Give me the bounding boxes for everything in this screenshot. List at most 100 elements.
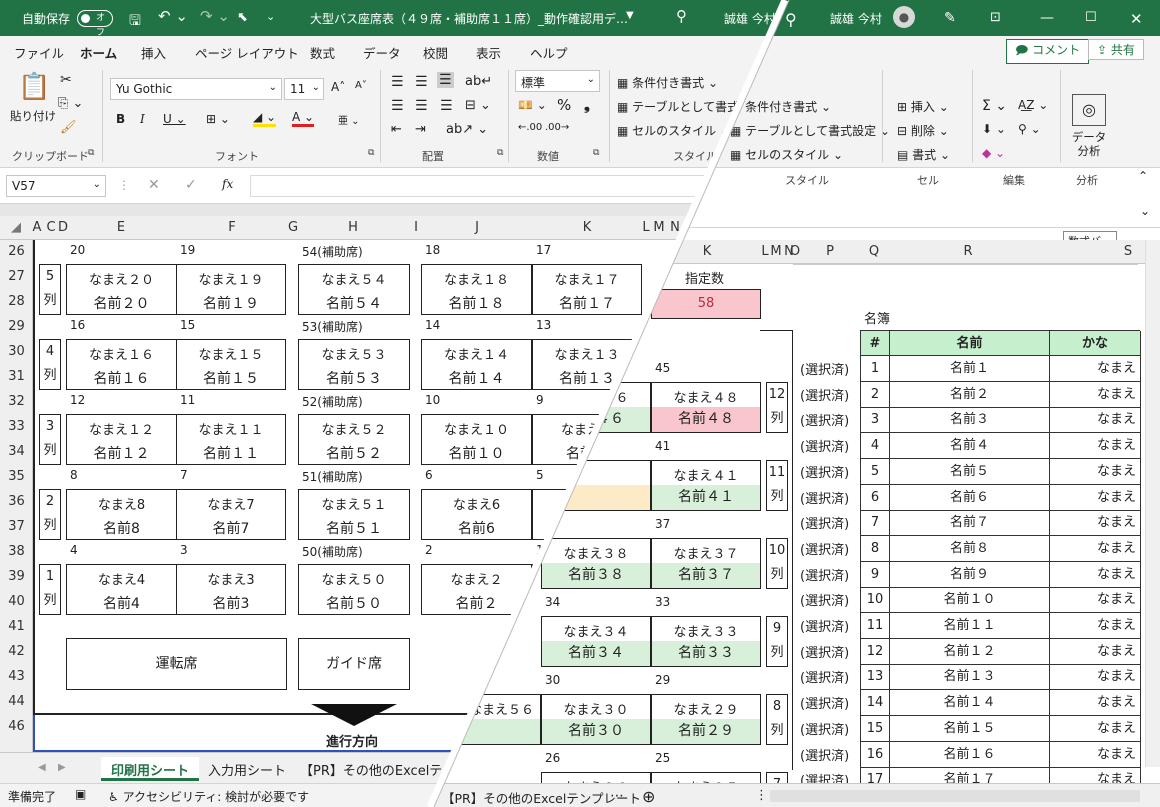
currency-icon[interactable]: 💴 ⌄: [518, 98, 547, 112]
col-k[interactable]: K: [703, 244, 712, 259]
col-f[interactable]: F: [228, 220, 235, 235]
seat-cell[interactable]: なまえ１６ 名前１６: [66, 339, 177, 390]
font-name-select[interactable]: Yu Gothic ⌄: [110, 78, 282, 100]
seat-cell[interactable]: なまえ１１ 名前１１: [176, 414, 286, 465]
roster-cell[interactable]: なまえ: [1050, 741, 1141, 768]
roster-cell[interactable]: 16: [861, 741, 890, 768]
indent-decrease-icon[interactable]: ⇤: [391, 122, 402, 137]
border-icon[interactable]: ⊞ ⌄: [206, 112, 230, 126]
roster-cell[interactable]: なまえ: [1050, 613, 1141, 639]
roster-cell[interactable]: 名前４: [890, 433, 1050, 460]
decrease-decimal-icon[interactable]: .00→: [545, 122, 569, 133]
roster-cell[interactable]: 名前２: [890, 381, 1050, 408]
row-header[interactable]: 32: [0, 394, 33, 409]
seat-cell[interactable]: なまえ２９ 名前２９: [651, 694, 761, 745]
col-m[interactable]: M: [770, 244, 781, 259]
seat-cell[interactable]: なまえ２０ 名前２０: [66, 264, 177, 315]
roster-cell[interactable]: 7: [861, 510, 890, 537]
tab-insert[interactable]: 挿入: [141, 43, 166, 62]
roster-cell[interactable]: 名前３: [890, 407, 1050, 434]
sort-icon[interactable]: A͟Z ⌄: [1018, 98, 1048, 112]
roster-cell[interactable]: なまえ: [1050, 638, 1141, 665]
align-center-icon[interactable]: ☰: [415, 98, 428, 114]
collapse-ribbon-icon[interactable]: ⌃: [1138, 169, 1148, 183]
roster-row[interactable]: 14 名前１４ なまえ: [860, 690, 1141, 717]
roster-row[interactable]: 11 名前１１ なまえ: [860, 613, 1141, 639]
col-e[interactable]: E: [117, 220, 125, 235]
roster-cell[interactable]: なまえ: [1050, 356, 1141, 382]
row-header[interactable]: 26: [0, 244, 33, 259]
roster-cell[interactable]: なまえ: [1050, 690, 1141, 717]
roster-cell[interactable]: なまえ: [1050, 484, 1141, 511]
avatar[interactable]: ●: [893, 6, 915, 28]
align-right-icon[interactable]: ☰: [440, 98, 453, 114]
row-header[interactable]: 31: [0, 369, 33, 384]
macro-icon[interactable]: ▣: [75, 787, 86, 801]
autosave-toggle[interactable]: オフ: [77, 10, 113, 38]
save-icon[interactable]: 🖫: [129, 10, 141, 34]
roster-cell[interactable]: 11: [861, 613, 890, 639]
percent-icon[interactable]: %: [557, 96, 571, 114]
merge-icon[interactable]: ⊟ ⌄: [465, 98, 491, 113]
paste-button[interactable]: 貼り付け: [10, 108, 56, 124]
seat-cell[interactable]: なまえ５０ 名前５０: [298, 564, 410, 615]
roster-cell[interactable]: 6: [861, 484, 890, 511]
table-format-button[interactable]: ▦ テーブルとして書式設定 ⌄: [730, 122, 890, 139]
italic-button[interactable]: I: [140, 112, 145, 126]
row-header[interactable]: 35: [0, 469, 33, 484]
tab-scroll-icon[interactable]: ⋯: [600, 785, 634, 807]
row-header[interactable]: 46: [0, 719, 33, 734]
seat-cell[interactable]: なまえ３８ 名前３８: [541, 538, 651, 589]
clipboard-icon[interactable]: 📋: [18, 72, 50, 102]
row-header[interactable]: 42: [0, 644, 33, 659]
roster-cell[interactable]: 名前１５: [890, 715, 1050, 742]
cond-format-button[interactable]: ▦ 条件付き書式 ⌄: [730, 98, 831, 115]
ribbon-display-icon[interactable]: ⊡: [990, 10, 1001, 25]
roster-cell[interactable]: 名前１３: [890, 664, 1050, 691]
roster-cell[interactable]: 名前１４: [890, 690, 1050, 717]
roster-header-cell[interactable]: 名前: [890, 331, 1050, 357]
seat-cell[interactable]: なまえ8 名前8: [66, 489, 177, 540]
tab-data[interactable]: データ: [363, 43, 401, 62]
roster-row[interactable]: 2 名前２ なまえ: [860, 381, 1141, 408]
col-c[interactable]: C: [46, 220, 55, 235]
col-k-front[interactable]: K: [583, 220, 592, 235]
seat-cell[interactable]: なまえ３３ 名前３３: [651, 616, 761, 667]
row-header[interactable]: 37: [0, 519, 33, 534]
roster-cell[interactable]: なまえ: [1050, 561, 1141, 588]
roster-cell[interactable]: 5: [861, 458, 890, 485]
clear-icon[interactable]: ◆ ⌄: [982, 146, 1005, 160]
indent-increase-icon[interactable]: ⇥: [415, 122, 426, 137]
roster-cell[interactable]: 名前７: [890, 510, 1050, 537]
roster-cell[interactable]: 4: [861, 433, 890, 460]
row-header[interactable]: 43: [0, 669, 33, 684]
row-header[interactable]: 44: [0, 694, 33, 709]
select-icon[interactable]: ⬉: [237, 10, 248, 25]
seat-cell[interactable]: なまえ１４ 名前１４: [421, 339, 532, 390]
seat-cell[interactable]: なまえ１９ 名前１９: [176, 264, 286, 315]
maximize-button[interactable]: ☐: [1085, 10, 1097, 25]
enter-icon[interactable]: ✓: [185, 177, 197, 193]
col-n-front[interactable]: N: [670, 220, 680, 235]
roster-cell[interactable]: 名前６: [890, 484, 1050, 511]
row-header[interactable]: 34: [0, 444, 33, 459]
roster-cell[interactable]: 14: [861, 690, 890, 717]
find-icon[interactable]: ⚲ ⌄: [1018, 122, 1041, 136]
col-i[interactable]: I: [414, 220, 418, 235]
tab-formulas[interactable]: 数式: [310, 43, 335, 62]
number-launcher-icon[interactable]: ⧉: [593, 148, 599, 158]
roster-cell[interactable]: 名前９: [890, 561, 1050, 588]
search-icon-front[interactable]: ⚲: [676, 7, 687, 25]
minimize-button[interactable]: —: [1040, 10, 1054, 26]
font-color-icon[interactable]: A ⌄: [292, 110, 315, 127]
roster-header-cell[interactable]: かな: [1050, 331, 1141, 357]
col-g[interactable]: G: [288, 220, 298, 235]
tab-file[interactable]: ファイル: [14, 43, 64, 62]
guide-seat[interactable]: ガイド席: [298, 638, 410, 690]
font-launcher-icon[interactable]: ⧉: [368, 148, 374, 158]
data-analysis-icon[interactable]: ◎: [1072, 94, 1106, 126]
roster-cell[interactable]: なまえ: [1050, 715, 1141, 742]
roster-cell[interactable]: 13: [861, 664, 890, 691]
format-painter-icon[interactable]: 🖌: [60, 120, 77, 135]
seat-cell[interactable]: なまえ3 名前3: [176, 564, 286, 615]
